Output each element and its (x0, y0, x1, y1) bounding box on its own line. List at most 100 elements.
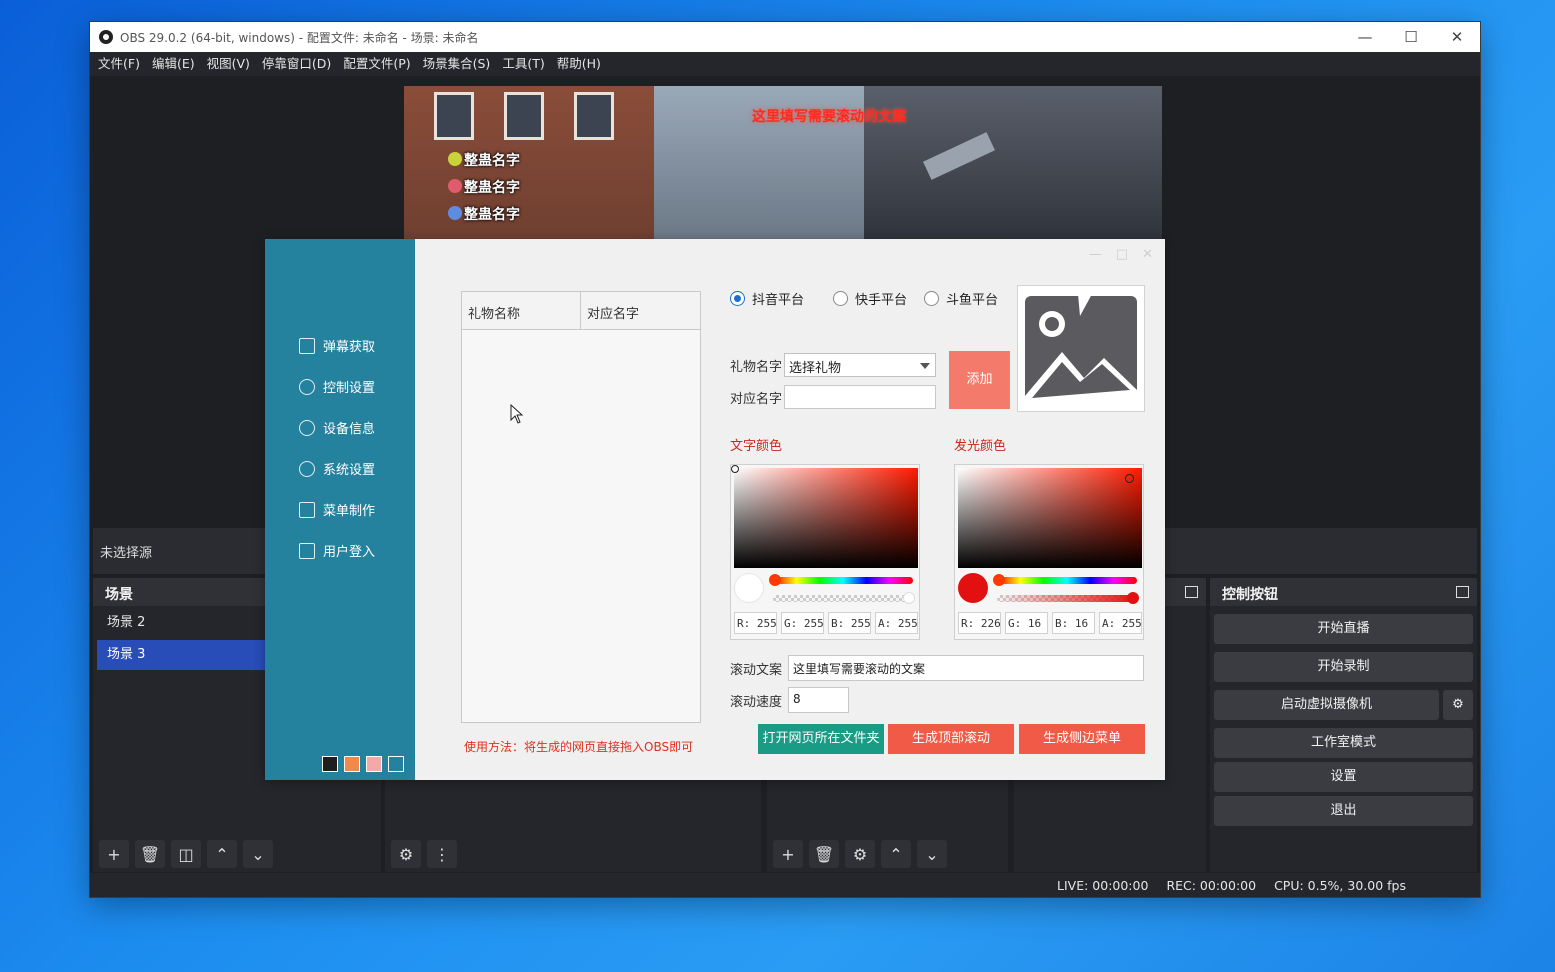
gears-icon[interactable]: ⚙ (391, 840, 421, 868)
close-icon[interactable]: ✕ (1142, 247, 1153, 262)
saturation-value-area[interactable] (958, 468, 1142, 568)
minimize-button[interactable]: — (1342, 22, 1388, 52)
mapped-name-label: 对应名字 (730, 392, 783, 407)
nav-user-login[interactable]: 用户登入 (299, 541, 375, 560)
start-recording-button[interactable]: 开始录制 (1214, 652, 1473, 682)
radio-dot (924, 291, 939, 306)
alpha-knob[interactable] (903, 592, 915, 604)
nav-system-settings[interactable]: 系统设置 (299, 459, 375, 478)
blue-value[interactable]: B: 16 (1052, 612, 1095, 634)
nav-device-info[interactable]: 设备信息 (299, 418, 375, 437)
red-value[interactable]: R: 226 (958, 612, 1001, 634)
preview-canvas[interactable]: 这里填写需要滚动的文案 整蛊名字 整蛊名字 整蛊名字 (404, 86, 1162, 242)
gift-image-placeholder[interactable] (1017, 285, 1145, 412)
controls-title: 控制按钮 (1222, 587, 1278, 603)
col-gift-name[interactable]: 礼物名称 (462, 292, 581, 329)
minimize-icon[interactable]: — (1089, 247, 1102, 262)
hue-knob[interactable] (769, 574, 781, 586)
theme-swatch[interactable] (344, 756, 360, 772)
studio-mode-button[interactable]: 工作室模式 (1214, 728, 1473, 758)
open-folder-button[interactable]: 打开网页所在文件夹 (758, 724, 884, 754)
plugin-sidebar: 弹幕获取 控制设置 设备信息 系统设置 菜单制作 用户登入 (265, 239, 415, 780)
start-virtual-camera-button[interactable]: 启动虚拟摄像机 (1214, 690, 1439, 720)
hue-slider[interactable] (773, 577, 913, 584)
more-vertical-icon[interactable]: ⋮ (427, 840, 457, 868)
hue-knob[interactable] (993, 574, 1005, 586)
window-title: OBS 29.0.2 (64-bit, windows) - 配置文件: 未命名… (120, 30, 479, 45)
scenes-title: 场景 (105, 587, 133, 603)
alpha-slider[interactable] (997, 595, 1137, 602)
virtual-camera-settings-icon[interactable]: ⚙ (1443, 690, 1473, 720)
menu-scene-collection[interactable]: 场景集合(S) (417, 52, 497, 76)
nav-menu-maker[interactable]: 菜单制作 (299, 500, 375, 519)
menu-view[interactable]: 视图(V) (201, 52, 256, 76)
text-color-picker[interactable]: R: 255 G: 255 B: 255 A: 255 (730, 464, 920, 640)
trash-icon[interactable]: 🗑 (809, 840, 839, 868)
scroll-text-input[interactable]: 这里填写需要滚动的文案 (788, 655, 1144, 681)
chevron-up-icon[interactable]: ⌃ (881, 840, 911, 868)
radio-douyin[interactable]: 抖音平台 (730, 289, 804, 308)
radio-douyu[interactable]: 斗鱼平台 (924, 289, 998, 308)
alpha-knob[interactable] (1127, 592, 1139, 604)
menu-edit[interactable]: 编辑(E) (146, 52, 201, 76)
generate-side-menu-button[interactable]: 生成侧边菜单 (1019, 724, 1145, 754)
mapped-name-input[interactable] (784, 385, 936, 409)
add-scene-icon[interactable]: + (99, 840, 129, 868)
obs-logo-icon (99, 30, 113, 44)
status-bar: LIVE: 00:00:00 REC: 00:00:00 CPU: 0.5%, … (90, 873, 1480, 897)
menu-docks[interactable]: 停靠窗口(D) (256, 52, 337, 76)
alpha-slider[interactable] (773, 595, 913, 602)
trash-icon[interactable]: 🗑 (135, 840, 165, 868)
col-mapped-name[interactable]: 对应名字 (581, 292, 645, 329)
chevron-down-icon[interactable]: ⌄ (243, 840, 273, 868)
red-value[interactable]: R: 255 (734, 612, 777, 634)
green-value[interactable]: G: 255 (781, 612, 824, 634)
generate-top-scroll-button[interactable]: 生成顶部滚动 (888, 724, 1014, 754)
close-button[interactable]: ✕ (1434, 22, 1480, 52)
menu-tools[interactable]: 工具(T) (496, 52, 550, 76)
exit-button[interactable]: 退出 (1214, 796, 1473, 826)
alpha-value[interactable]: A: 255 (875, 612, 918, 634)
scroll-speed-input[interactable]: 8 (788, 687, 849, 713)
settings-button[interactable]: 设置 (1214, 762, 1473, 792)
sv-cursor[interactable] (1125, 474, 1134, 483)
rec-status: REC: 00:00:00 (1166, 877, 1257, 893)
menu-file[interactable]: 文件(F) (92, 52, 146, 76)
filter-icon[interactable]: ◫ (171, 840, 201, 868)
sv-cursor[interactable] (731, 465, 739, 473)
maximize-button[interactable]: ☐ (1388, 22, 1434, 52)
nav-danmaku[interactable]: 弹幕获取 (299, 336, 375, 355)
glow-color-picker[interactable]: R: 226 G: 16 B: 16 A: 255 (954, 464, 1144, 640)
nav-label: 系统设置 (323, 463, 376, 478)
start-streaming-button[interactable]: 开始直播 (1214, 614, 1473, 644)
theme-swatch[interactable] (388, 756, 404, 772)
menu-help[interactable]: 帮助(H) (551, 52, 607, 76)
text-color-title: 文字颜色 (730, 439, 783, 454)
saturation-value-area[interactable] (734, 468, 918, 568)
hue-slider[interactable] (997, 577, 1137, 584)
scroll-speed-label: 滚动速度 (730, 695, 783, 710)
nav-label: 控制设置 (323, 381, 376, 396)
theme-swatch[interactable] (322, 756, 338, 772)
nav-control-settings[interactable]: 控制设置 (299, 377, 375, 396)
theme-swatch[interactable] (366, 756, 382, 772)
menu-profile[interactable]: 配置文件(P) (337, 52, 416, 76)
radio-label: 抖音平台 (752, 293, 805, 308)
gift-select[interactable]: 选择礼物 (784, 353, 936, 377)
green-value[interactable]: G: 16 (1005, 612, 1048, 634)
radio-kuaishou[interactable]: 快手平台 (833, 289, 907, 308)
gear-icon[interactable]: ⚙ (845, 840, 875, 868)
preview-gift-row: 整蛊名字 (464, 180, 520, 196)
blue-value[interactable]: B: 255 (828, 612, 871, 634)
undock-icon[interactable] (1185, 586, 1198, 598)
chevron-down-icon[interactable]: ⌄ (917, 840, 947, 868)
maximize-icon[interactable]: □ (1116, 247, 1128, 262)
mouse-cursor-icon (510, 404, 524, 424)
add-button[interactable]: 添加 (949, 351, 1010, 409)
alpha-value[interactable]: A: 255 (1099, 612, 1142, 634)
gift-table[interactable]: 礼物名称 对应名字 (461, 291, 701, 723)
add-source-icon[interactable]: + (773, 840, 803, 868)
undock-icon[interactable] (1456, 586, 1469, 598)
chevron-up-icon[interactable]: ⌃ (207, 840, 237, 868)
scroll-text-label: 滚动文案 (730, 663, 783, 678)
